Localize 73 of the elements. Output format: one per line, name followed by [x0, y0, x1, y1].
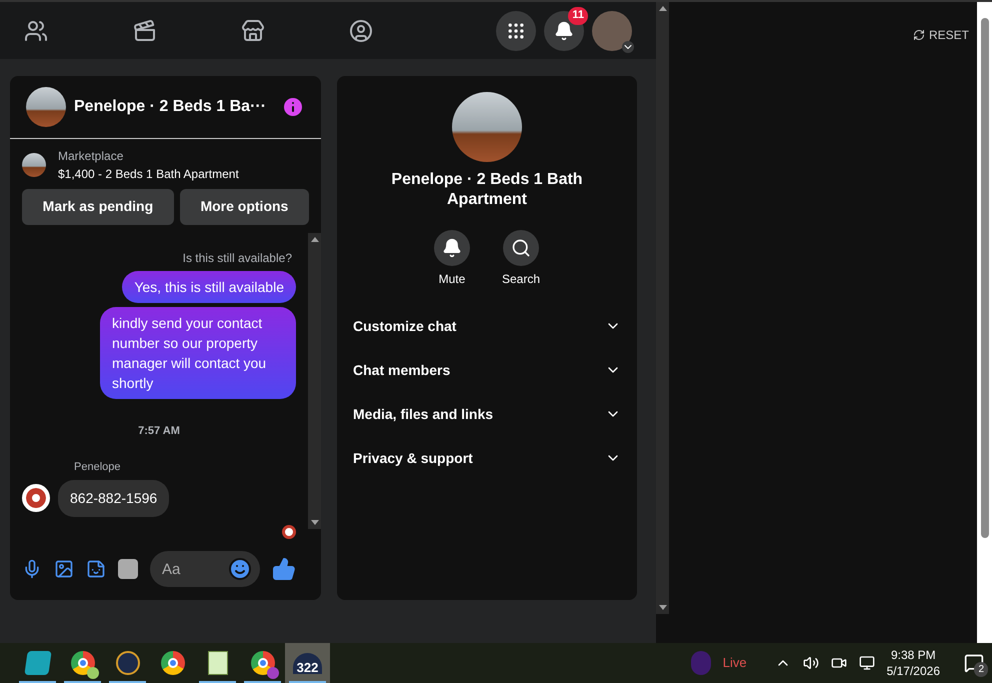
- action-label: Search: [502, 271, 540, 288]
- chrome-icon: [250, 651, 274, 675]
- section-row[interactable]: Chat members: [353, 348, 621, 392]
- running-indicator: [289, 681, 326, 683]
- scrollbar[interactable]: [656, 2, 669, 614]
- account-avatar[interactable]: [592, 10, 632, 50]
- listing-source: Marketplace: [58, 148, 124, 164]
- app-icon: [116, 651, 140, 675]
- like-icon[interactable]: [272, 557, 296, 582]
- bell-icon: [554, 20, 574, 40]
- menu-button[interactable]: [496, 10, 536, 50]
- grid-icon: [506, 20, 526, 40]
- clock-date: 5/17/2026: [886, 663, 940, 679]
- listing-photo: [26, 86, 66, 127]
- section-row[interactable]: Media, files and links: [353, 392, 621, 436]
- sender-avatar: [22, 484, 50, 512]
- notification-center[interactable]: 2: [964, 653, 984, 673]
- section-label: Privacy & support: [353, 448, 473, 468]
- scrollbar[interactable]: [308, 232, 321, 528]
- details-title: Penelope · 2 Beds 1 Bath Apartment: [390, 170, 584, 210]
- chat-title: Penelope · 2 Beds 1 Ba···: [74, 96, 266, 117]
- section-label: Chat members: [353, 360, 450, 380]
- reset-button[interactable]: RESET: [912, 26, 969, 44]
- network-icon[interactable]: [858, 655, 875, 671]
- chrome-icon: [70, 651, 94, 675]
- clock[interactable]: 9:38 PM 5/17/2026: [886, 647, 940, 679]
- notification-count: 2: [974, 662, 988, 677]
- message-timestamp: 7:57 AM: [138, 424, 180, 438]
- image-icon[interactable]: [54, 559, 74, 580]
- section-label: Media, files and links: [353, 404, 494, 424]
- sender-name: Penelope: [74, 460, 122, 475]
- video-icon[interactable]: [133, 18, 157, 42]
- app-label: 322: [292, 652, 322, 674]
- listing-title[interactable]: $1,400 - 2 Beds 1 Bath Apartment: [58, 164, 239, 182]
- quoted-message: Is this still available?: [182, 250, 293, 266]
- chrome-icon: [160, 651, 184, 675]
- running-indicator: [64, 681, 101, 683]
- search-icon: [511, 238, 531, 258]
- read-receipt-avatar: [282, 524, 296, 538]
- taskbar-app[interactable]: 322: [285, 643, 330, 683]
- sent-message: kindly send your contact number so our property manager will contact you shortly: [100, 306, 296, 398]
- received-message: 862-882-1596: [58, 480, 170, 516]
- listing-thumbnail: [22, 152, 46, 176]
- message-field[interactable]: Aa: [150, 551, 260, 588]
- volume-icon[interactable]: [802, 655, 819, 671]
- store-icon[interactable]: [241, 18, 265, 42]
- app-icon: [24, 651, 52, 675]
- section-row[interactable]: Privacy & support: [353, 436, 621, 480]
- live-label[interactable]: Live: [722, 653, 747, 673]
- notification-badge: 11: [568, 6, 588, 24]
- action-button[interactable]: More options: [180, 188, 310, 224]
- running-indicator: [109, 681, 146, 683]
- sticker-icon[interactable]: [86, 559, 106, 580]
- refresh-icon: [912, 29, 925, 41]
- action-label: Mute: [438, 271, 466, 288]
- message-icon: [964, 653, 984, 673]
- gif-icon[interactable]: [118, 559, 138, 580]
- map-badge-icon: [86, 667, 98, 679]
- running-indicator: [199, 681, 236, 683]
- friends-icon[interactable]: [24, 18, 48, 42]
- clock-time: 9:38 PM: [890, 647, 936, 663]
- mute-button[interactable]: [434, 230, 470, 266]
- search-button[interactable]: [503, 230, 539, 266]
- running-indicator: [19, 681, 56, 683]
- sent-message: Yes, this is still available: [122, 270, 296, 302]
- action-button[interactable]: Mark as pending: [22, 188, 174, 224]
- profile-badge-icon: [266, 667, 278, 679]
- page-scrollbar[interactable]: [977, 2, 992, 643]
- section-row[interactable]: Customize chat: [353, 304, 621, 348]
- running-indicator: [244, 681, 281, 683]
- section-label: Customize chat: [353, 316, 456, 336]
- profile-circle-icon[interactable]: [349, 18, 373, 42]
- bell-icon: [442, 238, 462, 258]
